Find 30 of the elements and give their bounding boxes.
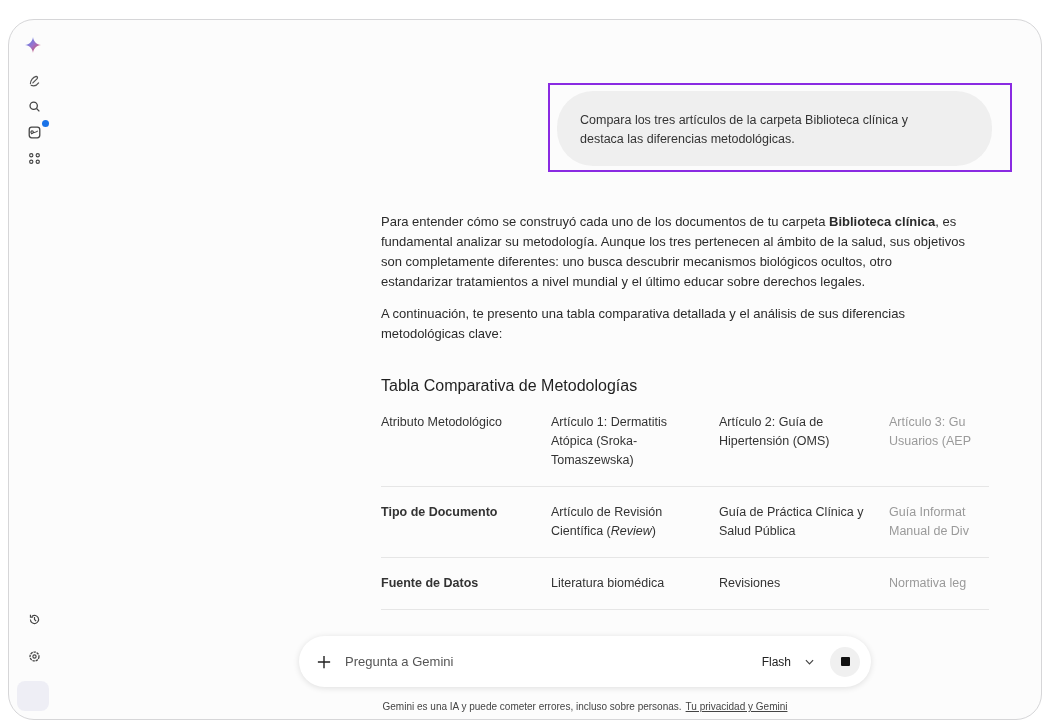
column-header: Artículo 2: Guía de Hipertensión (OMS) [719, 413, 889, 487]
model-selector[interactable]: Flash [757, 650, 818, 673]
prompt-field[interactable]: Pregunta a Gemini Flash [299, 636, 871, 687]
table-cell: Literatura biomédica [551, 574, 719, 610]
sparkle-logo[interactable] [25, 37, 41, 53]
privacy-link[interactable]: Tu privacidad y Gemini [685, 701, 788, 712]
table-cell: Revisiones [719, 574, 889, 610]
table-cell: Guía de Práctica Clínica y Salud Pública [719, 503, 889, 558]
new-chat-icon[interactable] [27, 74, 41, 87]
table-title: Tabla Comparativa de Metodologías [381, 377, 639, 395]
disclaimer-text: Gemini es una IA y puede cometer errores, incluso sobre personas. [382, 701, 682, 712]
column-header: Artículo 3: Gu Usuarios (AEP [889, 413, 989, 487]
column-header: Artículo 1: Dermatitis Atópica (Sroka-Tomaszewska) [551, 413, 719, 487]
chevron-down-icon [805, 658, 814, 665]
search-icon[interactable] [27, 100, 41, 113]
add-icon[interactable] [317, 654, 331, 669]
gallery-icon[interactable] [27, 126, 41, 139]
table-cell: Guía Informat Manual de Div [889, 503, 989, 558]
table-cell: Normativa leg [889, 574, 989, 610]
apps-icon[interactable] [27, 152, 41, 165]
stop-button[interactable] [830, 646, 860, 677]
response-paragraph: A continuación, te presento una tabla comparativa detallada y el análisis de sus diferencias metodológicas clave: [381, 305, 906, 343]
table-cell: Artículo de Revisión Científica (Review) [551, 503, 719, 558]
table-cell: Tipo de Documento [381, 503, 551, 558]
response-paragraph: Para entender cómo se construyó cada uno de los documentos de tu carpeta Biblioteca clínica, es fundamental analizar su metodología. Aunque los tres pertenecen al ámbito de la salud, sus objetivos son completamente diferentes: uno busca descubrir mecanismos biológicos ocultos, otro estandarizar tratamientos a nivel mundial y el último educar sobre derechos legales. [381, 213, 966, 291]
settings-icon[interactable] [27, 650, 41, 663]
user-message: Compara los tres artículos de la carpeta Biblioteca clínica y destaca las diferencias metodológicas. [557, 91, 992, 166]
table-cell: Fuente de Datos [381, 574, 551, 610]
history-icon[interactable] [27, 613, 41, 626]
column-header: Atributo Metodológico [381, 413, 551, 487]
